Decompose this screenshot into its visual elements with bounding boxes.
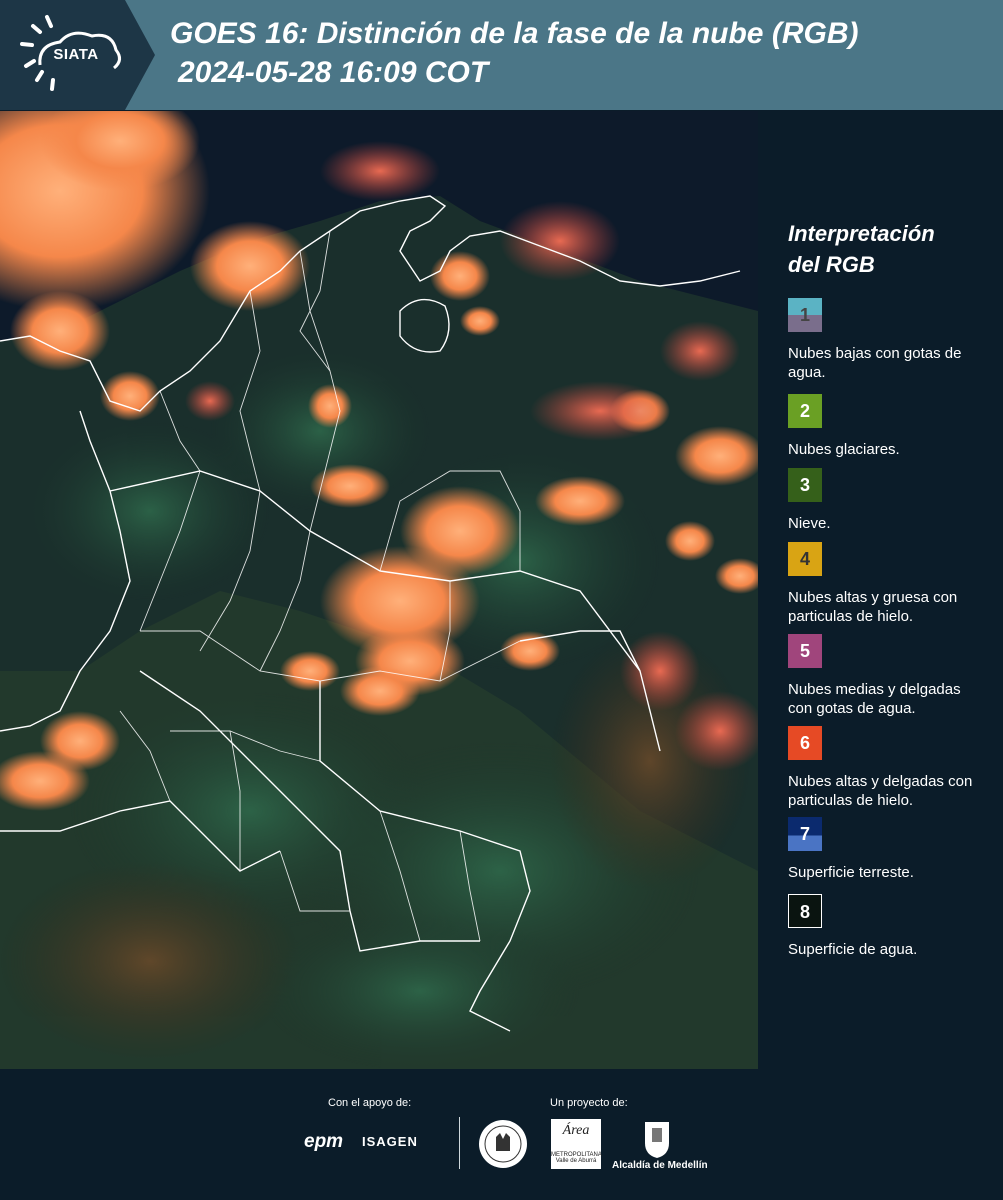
legend-label: Nubes altas y gruesa con particulas de h… <box>788 589 958 625</box>
legend-label: Nieve. <box>788 515 831 532</box>
legend-title-line2: del RGB <box>788 252 875 277</box>
isagen-logo: ISAGEN <box>362 1134 418 1149</box>
medellin-emblem-icon <box>645 1122 669 1158</box>
legend-label: Superficie de agua. <box>788 941 918 958</box>
legend-label: Superficie terreste. <box>788 864 914 881</box>
medellin-label: Alcaldía de Medellín <box>612 1160 708 1171</box>
project-label: Un proyecto de: <box>550 1097 628 1109</box>
legend-label: Nubes medias y delgadas con gotas de agu… <box>788 681 961 717</box>
legend-swatch: 5 <box>788 634 822 668</box>
page-title: GOES 16: Distinción de la fase de la nub… <box>170 17 859 50</box>
legend-title-line1: Interpretación <box>788 221 935 246</box>
legend-swatch: 4 <box>788 542 822 576</box>
legend-swatch: 3 <box>788 468 822 502</box>
satellite-rgb-map <box>0 111 758 1069</box>
header-bar: SIATA GOES 16: Distinción de la fase de … <box>0 0 1003 110</box>
epm-logo: epm <box>304 1131 344 1152</box>
legend-swatch: 6 <box>788 726 822 760</box>
legend-swatch: 1 <box>788 298 822 332</box>
footer-divider <box>459 1117 460 1169</box>
legend-label: Nubes bajas con gotas de agua. <box>788 345 962 381</box>
seal-logo-icon <box>479 1120 527 1168</box>
page-subtitle-timestamp: 2024-05-28 16:09 COT <box>178 56 489 89</box>
support-label: Con el apoyo de: <box>328 1097 412 1109</box>
legend-title: Interpretación del RGB <box>788 218 988 280</box>
siata-logo-text: SIATA <box>53 46 99 63</box>
footer-bar: Con el apoyo de: Un proyecto de: epm ISA… <box>0 1070 1003 1200</box>
legend-swatch: 7 <box>788 817 822 851</box>
legend-swatch: 8 <box>788 894 822 928</box>
area-metropolitana-logo: Área METROPOLITANA Valle de Aburrá <box>551 1119 602 1169</box>
area-logo-subtext: METROPOLITANA Valle de Aburrá <box>551 1152 602 1164</box>
area-logo-text: Área <box>562 1123 590 1138</box>
legend-label: Nubes altas y delgadas con particulas de… <box>788 773 973 809</box>
map-canvas <box>0 111 758 1069</box>
legend-swatch: 2 <box>788 394 822 428</box>
legend-panel: Interpretación del RGB 1 Nubes bajas con… <box>762 111 1003 1069</box>
legend-label: Nubes glaciares. <box>788 441 900 458</box>
